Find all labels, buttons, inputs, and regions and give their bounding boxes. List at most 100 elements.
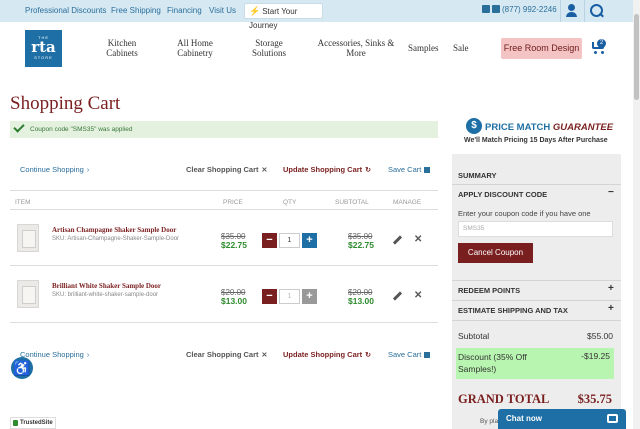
product-name[interactable]: Brilliant White Shaker Sample Door [52, 282, 161, 290]
phone-number: (877) 992-2246 [502, 5, 557, 14]
coupon-label: Enter your coupon code if you have one [458, 209, 591, 218]
update-cart-label: Update Shopping Cart [283, 350, 363, 359]
increase-qty-button[interactable]: + [302, 233, 317, 248]
start-journey-button[interactable]: ⚡ Start Your Journey [244, 3, 323, 30]
divider [452, 320, 621, 321]
column-price: PRICE [223, 199, 243, 206]
chat-now-label: Chat now [506, 414, 542, 423]
increase-qty-button[interactable]: + [302, 289, 317, 304]
refresh-icon: ↻ [365, 167, 372, 174]
column-qty: QTY [283, 199, 297, 206]
redeem-points-heading[interactable]: REDEEM POINTS [458, 286, 520, 295]
product-thumbnail[interactable] [17, 224, 39, 252]
nav-storage-solutions[interactable]: Storage Solutions [245, 38, 293, 58]
page-scrollbar[interactable] [633, 0, 640, 429]
nav-kitchen-cabinets[interactable]: Kitchen Cabinets [100, 38, 144, 58]
continue-shopping-label: Continue Shopping [20, 165, 84, 174]
clear-cart-button[interactable]: Clear Shopping Cart ✕ [186, 165, 267, 174]
divider [10, 209, 438, 210]
estimate-shipping-heading[interactable]: ESTIMATE SHIPPING AND TAX [458, 306, 568, 315]
account-icon[interactable] [560, 0, 582, 22]
update-cart-label: Update Shopping Cart [283, 165, 363, 174]
cart-item-row: Brilliant White Shaker Sample Door SKU: … [10, 271, 438, 327]
decrease-qty-button[interactable]: − [262, 289, 277, 304]
cancel-coupon-button[interactable]: Cancel Coupon [458, 243, 533, 263]
save-cart-label: Save Cart [388, 350, 422, 359]
divider [10, 190, 438, 191]
decrease-qty-button[interactable]: − [262, 233, 277, 248]
item-subtotal: $13.00 [348, 296, 374, 306]
product-thumbnail[interactable] [17, 280, 39, 308]
price-match-title: PRICE MATCH GUARANTEE [485, 122, 613, 133]
chat-now-button[interactable]: Chat now [498, 409, 626, 429]
nav-accessories[interactable]: Accessories, Sinks & More [313, 38, 399, 58]
rta-store-logo[interactable]: THE rta STORE [25, 30, 62, 67]
professional-discounts-link[interactable]: Professional Discounts [25, 6, 106, 15]
column-subtotal: SUBTOTAL [335, 199, 369, 206]
divider [452, 184, 621, 185]
collapse-minus-icon[interactable]: − [608, 187, 614, 198]
quantity-input[interactable]: 1 [279, 289, 300, 304]
save-cart-label: Save Cart [388, 165, 422, 174]
apply-discount-heading[interactable]: APPLY DISCOUNT CODE [458, 190, 547, 199]
free-room-design-button[interactable]: Free Room Design [501, 38, 582, 59]
accessibility-icon[interactable]: ♿ [11, 357, 33, 379]
cart-item-row: Artisan Champagne Shaker Sample Door SKU… [10, 215, 438, 271]
update-cart-button[interactable]: Update Shopping Cart ↻ [283, 350, 371, 359]
price-match-title-b: GUARANTEE [552, 122, 614, 133]
search-icon[interactable] [584, 0, 606, 22]
phone-icon [492, 5, 500, 13]
visit-us-link[interactable]: Visit Us [209, 6, 236, 15]
product-sku: SKU: brilliant-white-shaker-sample-door [52, 292, 159, 298]
discounted-price: $22.75 [221, 240, 247, 250]
divider [452, 280, 621, 281]
clear-cart-label: Clear Shopping Cart [186, 350, 259, 359]
column-item: ITEM [15, 199, 31, 206]
scrollbar-thumb[interactable] [634, 14, 639, 100]
coupon-code-input[interactable]: SMS35 [458, 221, 613, 237]
bolt-icon: ⚡ [249, 6, 261, 16]
remove-item-icon[interactable]: ✕ [414, 290, 422, 301]
clear-cart-button[interactable]: Clear Shopping Cart ✕ [186, 350, 267, 359]
refresh-icon: ↻ [365, 352, 372, 359]
expand-plus-icon[interactable]: + [608, 283, 614, 294]
grand-total-label: GRAND TOTAL [458, 392, 550, 406]
discount-value: -$19.25 [581, 351, 610, 361]
expand-plus-icon[interactable]: + [608, 303, 614, 314]
continue-shopping-link[interactable]: Continue Shopping › [20, 350, 89, 359]
save-icon [424, 352, 431, 358]
edit-pencil-icon[interactable] [393, 292, 402, 301]
continue-shopping-link[interactable]: Continue Shopping › [20, 165, 89, 174]
chat-bubble-icon [482, 5, 490, 13]
item-subtotal: $22.75 [348, 240, 374, 250]
nav-samples[interactable]: Samples [408, 43, 439, 53]
cart-count-badge: 2 [597, 39, 606, 48]
financing-link[interactable]: Financing [167, 6, 202, 15]
cart-actions-top: Continue Shopping › Clear Shopping Cart ✕ … [10, 165, 438, 179]
remove-item-icon[interactable]: ✕ [414, 234, 422, 245]
quantity-input[interactable]: 1 [279, 233, 300, 248]
summary-title: SUMMARY [458, 171, 497, 180]
save-cart-button[interactable]: Save Cart [388, 350, 431, 359]
clear-cart-label: Clear Shopping Cart [186, 165, 259, 174]
update-cart-button[interactable]: Update Shopping Cart ↻ [283, 165, 371, 174]
phone-link[interactable]: (877) 992-2246 [482, 5, 557, 14]
subtotal-value: $55.00 [587, 331, 613, 341]
nav-sale[interactable]: Sale [453, 43, 469, 53]
save-cart-button[interactable]: Save Cart [388, 165, 431, 174]
product-sku: SKU: Artisan-Champagne-Shaker-Sample-Doo… [52, 236, 180, 242]
price-match-subtitle: We'll Match Pricing 15 Days After Purcha… [464, 137, 608, 144]
product-name[interactable]: Artisan Champagne Shaker Sample Door [52, 226, 176, 234]
trustedsite-badge[interactable]: TrustedSite [10, 417, 56, 429]
cart-actions-bottom: Continue Shopping › Clear Shopping Cart ✕ … [10, 350, 438, 364]
edit-pencil-icon[interactable] [393, 236, 402, 245]
subtotal-label: Subtotal [458, 331, 490, 341]
discounted-price: $13.00 [221, 296, 247, 306]
nav-all-home-cabinetry[interactable]: All Home Cabinetry [170, 38, 220, 58]
discount-row: Discount (35% Off Samples!) -$19.25 [456, 348, 614, 379]
free-shipping-link[interactable]: Free Shipping [111, 6, 161, 15]
discount-label: Discount (35% Off Samples!) [458, 352, 527, 374]
chat-icon [607, 414, 618, 423]
coupon-success-message: Coupon code "SMS35" was applied [10, 121, 438, 138]
price-match-dollar-icon: $ [466, 118, 482, 134]
